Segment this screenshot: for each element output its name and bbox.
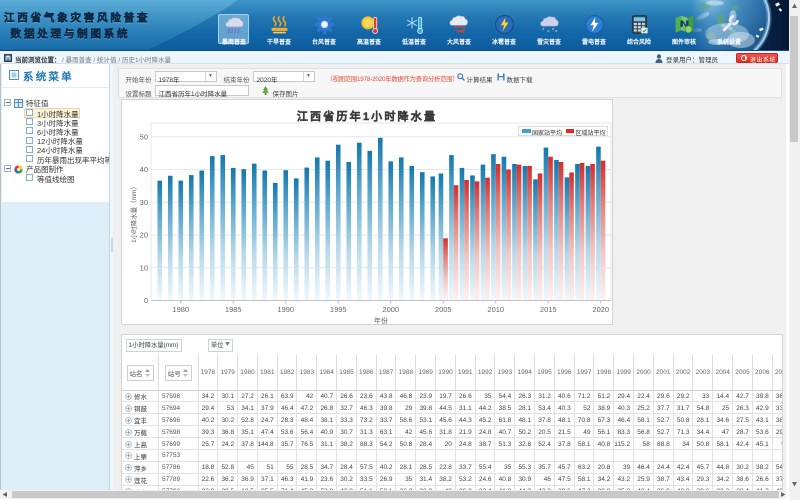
svg-text:30: 30 xyxy=(140,198,148,207)
svg-text:1980: 1980 xyxy=(172,305,189,314)
svg-text:2015: 2015 xyxy=(540,305,557,314)
svg-text:1995: 1995 xyxy=(330,305,347,314)
svg-text:1990: 1990 xyxy=(277,305,294,314)
svg-text:2000: 2000 xyxy=(382,305,399,314)
svg-text:*: * xyxy=(555,30,558,35)
svg-text:40: 40 xyxy=(140,165,148,174)
svg-text:20: 20 xyxy=(140,231,148,240)
svg-text:2020: 2020 xyxy=(592,305,609,314)
svg-text:10: 10 xyxy=(140,263,148,272)
svg-text:*: * xyxy=(547,30,550,35)
svg-text:2005: 2005 xyxy=(435,305,452,314)
svg-text:2010: 2010 xyxy=(487,305,504,314)
svg-text:1985: 1985 xyxy=(225,305,242,314)
svg-text:50: 50 xyxy=(140,132,148,141)
svg-text:*: * xyxy=(542,28,545,34)
svg-text:0: 0 xyxy=(144,296,148,305)
